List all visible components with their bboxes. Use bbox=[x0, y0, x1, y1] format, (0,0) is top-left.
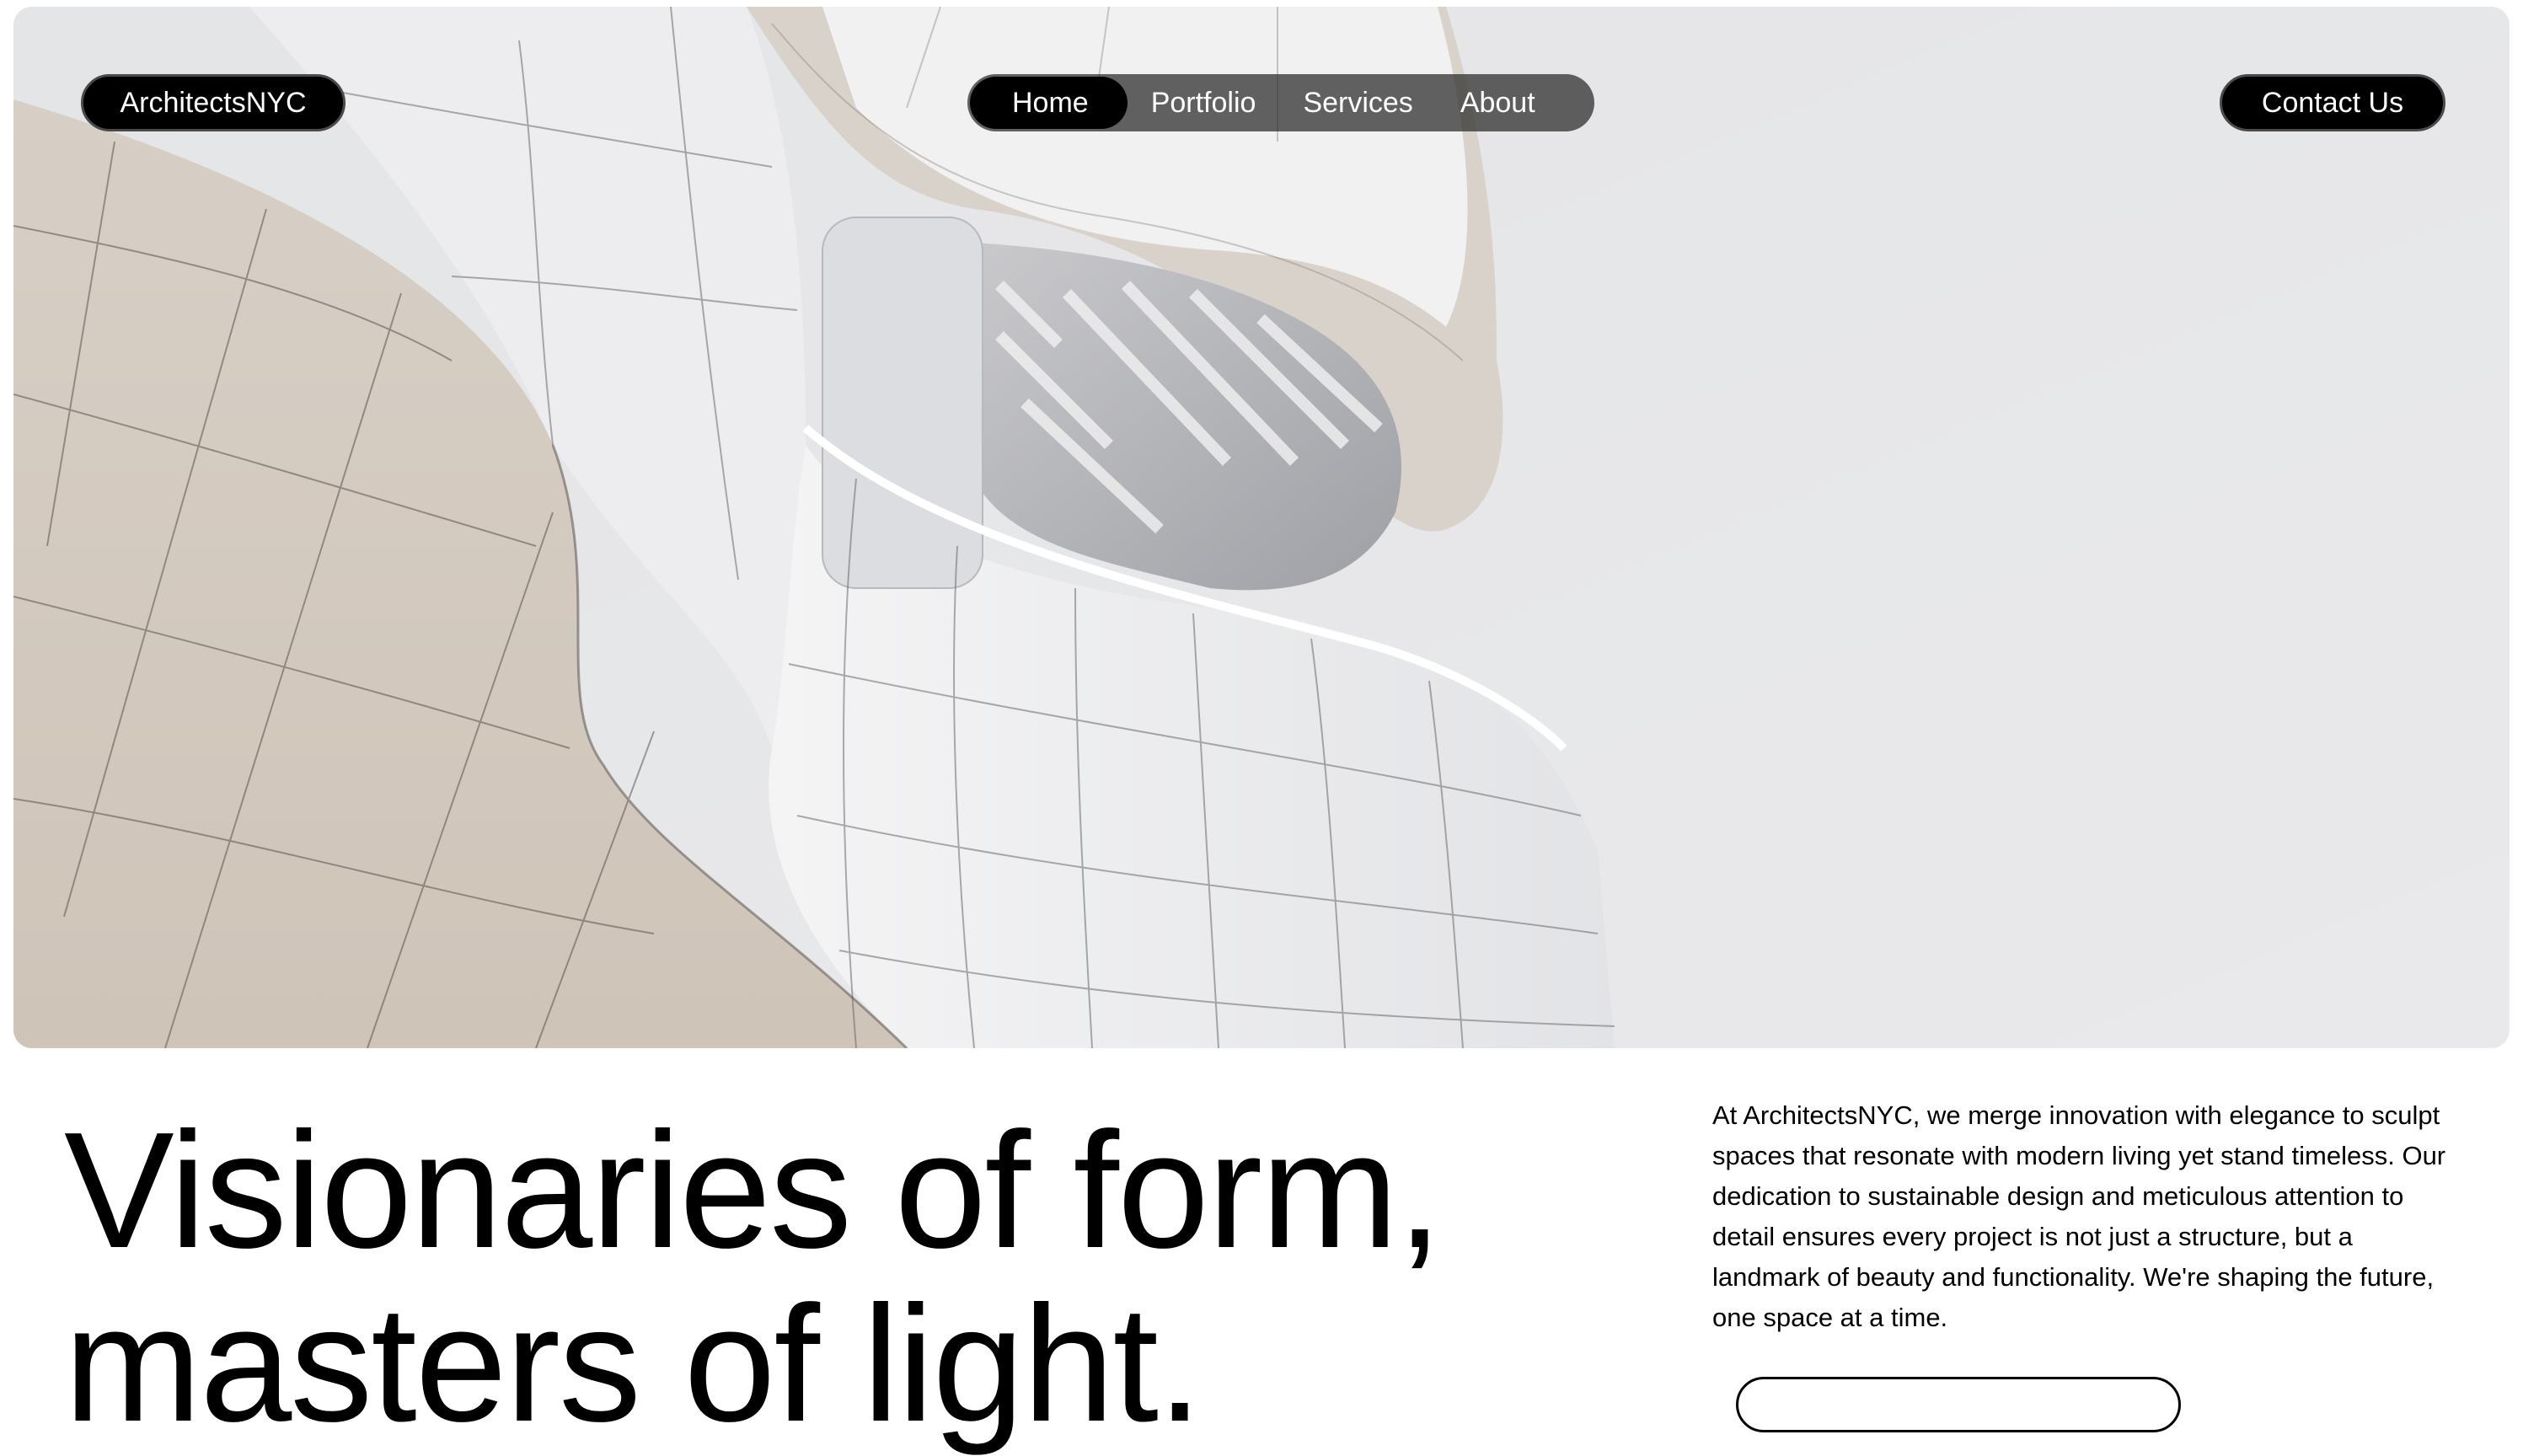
brand-logo[interactable]: ArchitectsNYC bbox=[81, 74, 346, 131]
hero-image bbox=[13, 7, 2510, 1048]
nav-item-home[interactable]: Home bbox=[970, 77, 1128, 129]
hero-banner: ArchitectsNYC Home Portfolio Services Ab… bbox=[13, 7, 2510, 1048]
contact-us-button[interactable]: Contact Us bbox=[2220, 74, 2445, 131]
nav-item-about[interactable]: About bbox=[1437, 77, 1559, 129]
main-nav: Home Portfolio Services About bbox=[967, 74, 1594, 131]
intro-paragraph: At ArchitectsNYC, we merge innovation wi… bbox=[1712, 1100, 2446, 1332]
nav-item-services[interactable]: Services bbox=[1279, 77, 1436, 129]
nav-item-portfolio[interactable]: Portfolio bbox=[1128, 77, 1280, 129]
cta-button[interactable] bbox=[1736, 1377, 2181, 1432]
page-headline: Visionaries of form, masters of light. bbox=[64, 1098, 1443, 1456]
